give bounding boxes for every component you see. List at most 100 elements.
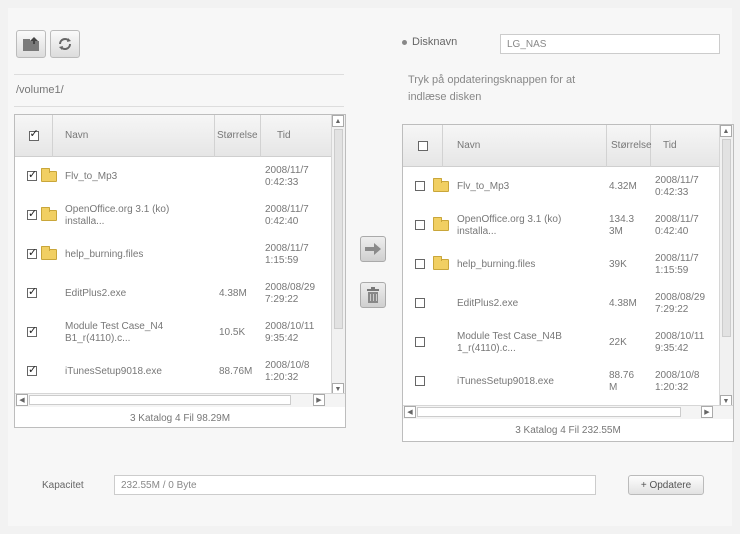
file-size: 4.32M [609, 181, 637, 192]
file-name: iTunesSetup9018.exe [65, 366, 162, 377]
row-checkbox[interactable] [415, 298, 425, 308]
scroll-up-icon[interactable]: ▲ [720, 125, 732, 137]
table-row[interactable]: OpenOffice.org 3.1 (ko) installa... 2008/… [15, 196, 331, 236]
file-size: 4.38M [219, 288, 247, 299]
delete-button[interactable] [360, 282, 386, 308]
capacity-label: Kapacitet [42, 480, 84, 491]
select-all-cell [15, 115, 53, 157]
table-row[interactable]: Module Test Case_N4B 1_r(4110).c... 22K 20… [403, 323, 719, 363]
table-row[interactable]: Flv_to_Mp3 4.32M 2008/11/7 0:42:33 [403, 167, 719, 207]
refresh-icon [59, 38, 71, 50]
select-all-checkbox[interactable] [28, 128, 39, 141]
disc-file-list[interactable]: Navn Størrelse Tid Flv_to_Mp3 4.32M 2008/1… [402, 124, 734, 442]
table-row[interactable]: Module Test Case_N4 B1_r(4110).c... 10.5K… [15, 313, 331, 353]
table-row[interactable]: EditPlus2.exe 4.38M 2008/08/29 7:29:22 [15, 274, 331, 314]
row-checkbox[interactable] [415, 220, 425, 230]
trash-icon [367, 287, 379, 303]
table-row[interactable]: EditPlus2.exe 4.38M 2008/08/29 7:29:22 [403, 284, 719, 324]
col-time-right[interactable]: Tid [651, 125, 721, 167]
file-size: 22K [609, 337, 627, 348]
file-size: 10.5K [219, 327, 246, 338]
scroll-left-icon[interactable]: ◀ [16, 394, 28, 406]
left-table-header: Navn Størrelse Tid [15, 115, 331, 157]
file-time: 2008/11/7 1:15:59 [265, 243, 309, 266]
right-summary: 3 Katalog 4 Fil 232.55M [515, 425, 621, 436]
select-all-cell-right [403, 125, 443, 167]
left-hscroll-thumb[interactable] [29, 395, 291, 405]
left-summary: 3 Katalog 4 Fil 98.29M [129, 413, 231, 424]
disc-name-input[interactable] [500, 34, 720, 54]
file-size: 134.3 3M [609, 214, 635, 237]
file-name: EditPlus2.exe [65, 288, 127, 299]
col-size-right[interactable]: Størrelse [607, 125, 652, 167]
row-checkbox[interactable] [27, 324, 37, 337]
file-time: 2008/10/11 9:35:42 [265, 321, 315, 344]
table-row[interactable]: help_burning.files 39K 2008/11/7 1:15:59 [403, 245, 719, 285]
local-file-list[interactable]: Navn Størrelse Tid Flv_to_Mp3 2008/11/7 0… [14, 114, 346, 428]
file-size: 4.38M [609, 298, 637, 309]
row-checkbox[interactable] [27, 285, 37, 298]
folder-icon [41, 168, 57, 182]
file-time: 2008/10/8 1:20:32 [265, 360, 310, 383]
table-row[interactable]: Flv_to_Mp3 2008/11/7 0:42:33 [15, 157, 331, 197]
row-checkbox[interactable] [415, 259, 425, 269]
file-size: 39K [609, 259, 627, 270]
file-name: Module Test Case_N4 B1_r(4110).c... [65, 321, 164, 344]
scroll-up-icon[interactable]: ▲ [332, 115, 344, 127]
file-name: OpenOffice.org 3.1 (ko) installa... [65, 204, 170, 227]
col-size[interactable]: Størrelse [215, 115, 261, 157]
file-size: 88.76M [219, 366, 253, 377]
file-name: OpenOffice.org 3.1 (ko) installa... [457, 214, 562, 237]
arrow-right-icon [365, 243, 381, 255]
path-divider [14, 106, 344, 107]
folder-icon [41, 246, 57, 260]
file-time: 2008/11/7 1:15:59 [655, 253, 699, 276]
col-time[interactable]: Tid [261, 115, 333, 157]
table-row[interactable]: iTunesSetup9018.exe 88.76 M 2008/10/8 1:20… [403, 362, 719, 402]
update-button[interactable]: + Opdatere [628, 475, 704, 495]
toolbar-divider [14, 74, 344, 75]
file-size: 88.76 M [609, 370, 635, 393]
table-row[interactable]: iTunesSetup9018.exe 88.76M 2008/10/8 1:20:… [15, 352, 331, 392]
upload-button[interactable] [16, 30, 46, 58]
left-scroll-thumb[interactable] [334, 129, 343, 329]
row-checkbox[interactable] [27, 363, 37, 376]
load-hint: Tryk på opdateringsknappen for at indlæs… [408, 74, 576, 103]
file-name: iTunesSetup9018.exe [457, 376, 554, 387]
table-row[interactable]: help_burning.files 2008/11/7 1:15:59 [15, 235, 331, 275]
right-horizontal-scrollbar[interactable]: ◀ ▶ [403, 405, 733, 419]
row-checkbox[interactable] [27, 207, 37, 220]
right-table-header: Navn Størrelse Tid [403, 125, 719, 167]
row-checkbox[interactable] [27, 246, 37, 259]
row-checkbox[interactable] [27, 168, 37, 181]
row-checkbox[interactable] [415, 376, 425, 386]
scroll-right-icon[interactable]: ▶ [701, 406, 713, 418]
file-name: help_burning.files [65, 249, 144, 260]
file-name: EditPlus2.exe [457, 298, 519, 309]
file-time: 2008/08/29 7:29:22 [655, 292, 706, 315]
file-time: 2008/10/8 1:20:32 [655, 370, 700, 393]
left-vertical-scrollbar[interactable]: ▲ ▼ [331, 115, 345, 395]
row-checkbox[interactable] [415, 337, 425, 347]
row-checkbox[interactable] [415, 181, 425, 191]
file-time: 2008/11/7 0:42:33 [655, 175, 699, 198]
capacity-field [114, 475, 596, 495]
left-horizontal-scrollbar[interactable]: ◀ ▶ [15, 393, 345, 407]
disc-bullet [402, 40, 407, 45]
table-row[interactable]: OpenOffice.org 3.1 (ko) installa... 134.3… [403, 206, 719, 246]
folder-icon [433, 178, 449, 192]
right-scroll-thumb[interactable] [722, 139, 731, 337]
file-time: 2008/10/11 9:35:42 [655, 331, 705, 354]
right-vertical-scrollbar[interactable]: ▲ ▼ [719, 125, 733, 407]
select-all-checkbox-right[interactable] [417, 141, 428, 151]
scroll-left-icon[interactable]: ◀ [404, 406, 416, 418]
folder-up-icon [23, 37, 39, 51]
right-hscroll-thumb[interactable] [417, 407, 681, 417]
file-name: Module Test Case_N4B 1_r(4110).c... [457, 331, 562, 354]
scroll-right-icon[interactable]: ▶ [313, 394, 325, 406]
refresh-button[interactable] [50, 30, 80, 58]
copy-to-disc-button[interactable] [360, 236, 386, 262]
col-name[interactable]: Navn [53, 115, 215, 157]
disc-name-label: Disknavn [412, 36, 458, 48]
col-name-right[interactable]: Navn [443, 125, 607, 167]
